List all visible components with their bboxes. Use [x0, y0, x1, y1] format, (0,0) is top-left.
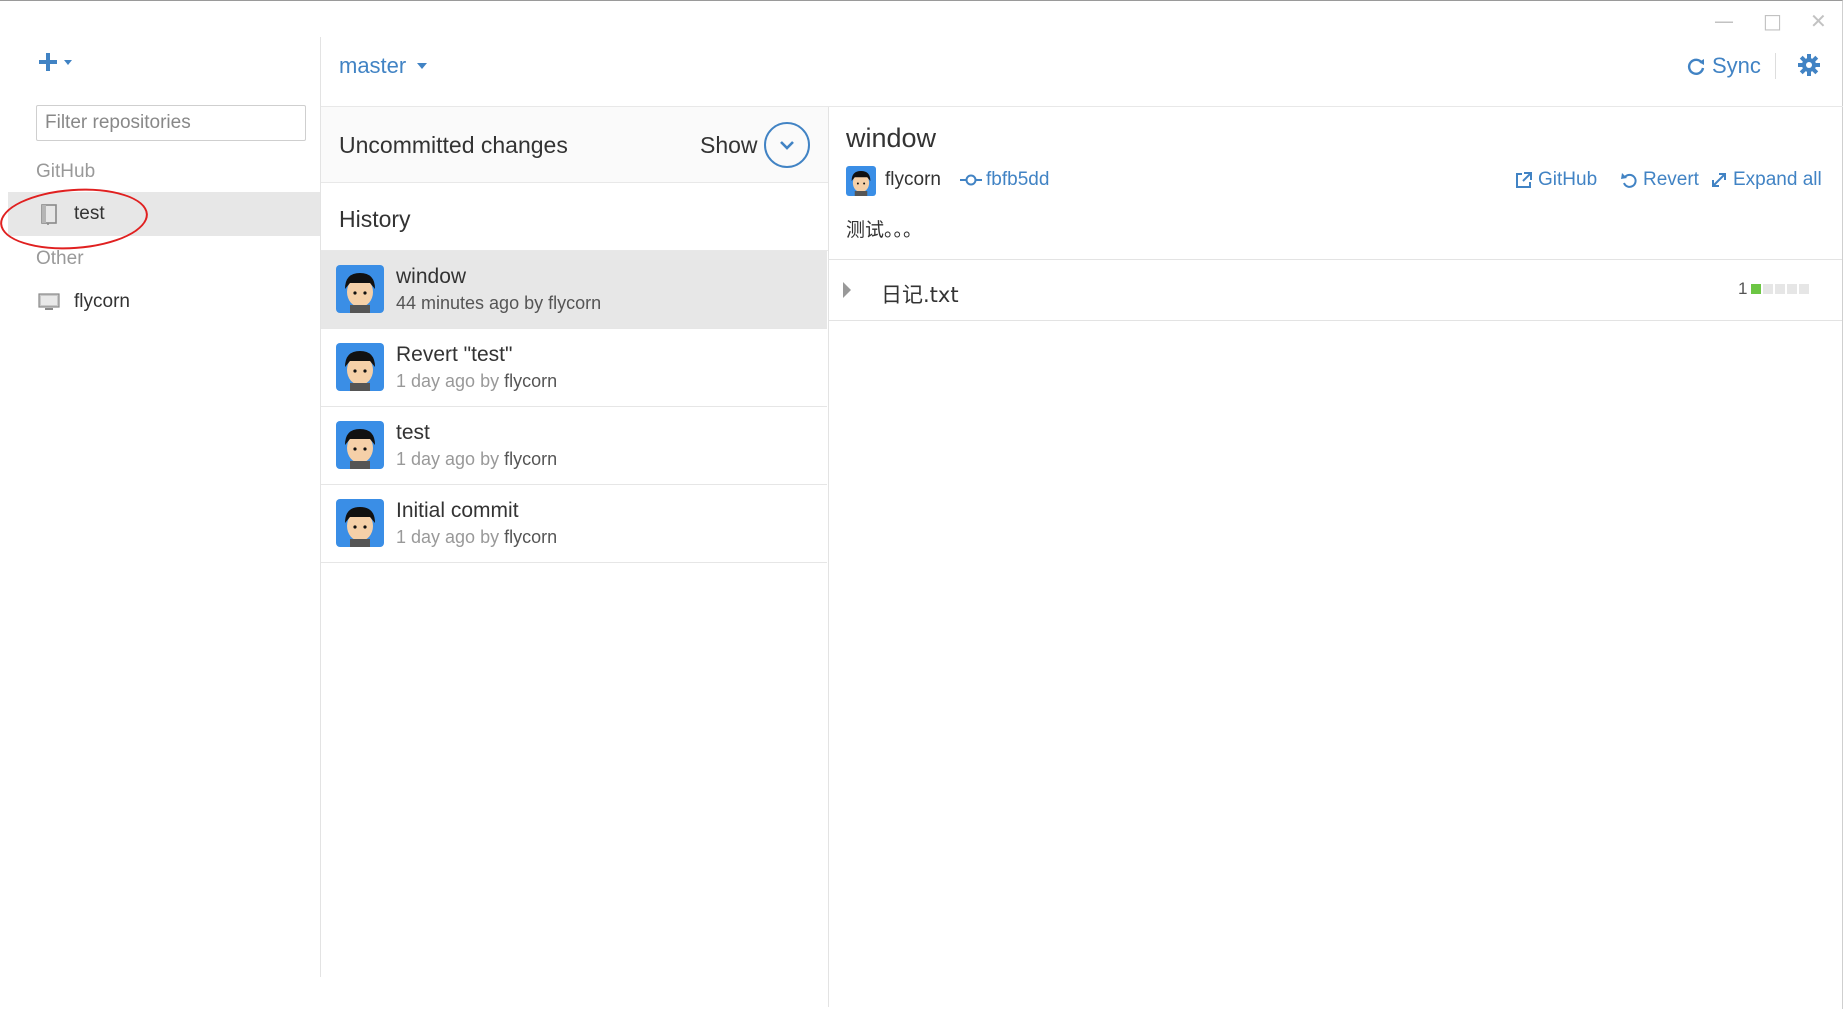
caret-down-icon: [417, 63, 428, 69]
sidebar-item-flycorn[interactable]: flycorn: [8, 280, 320, 324]
chevron-down-icon: [780, 141, 794, 150]
add-repository-button[interactable]: [36, 49, 78, 77]
branch-selector[interactable]: master: [339, 53, 428, 79]
gear-icon: [1798, 54, 1820, 76]
plus-icon: [39, 53, 72, 71]
app-window: — □ ✕ GitHub test Other: [0, 0, 1843, 1009]
commit-title: test: [396, 421, 430, 444]
minimize-button[interactable]: —: [1714, 11, 1734, 31]
commit-meta: 1 day ago by flycorn: [396, 371, 558, 391]
close-button[interactable]: ✕: [1810, 11, 1827, 31]
expand-icon: [1712, 173, 1726, 187]
book-icon: [38, 203, 60, 225]
uncommitted-changes-label: Uncommitted changes: [339, 132, 568, 158]
show-label[interactable]: Show: [700, 132, 758, 159]
avatar: [846, 166, 876, 196]
sidebar-item-label: flycorn: [74, 291, 130, 312]
commit-message: 测试。。。: [846, 219, 923, 241]
diffstat-neutral-block: [1787, 284, 1797, 294]
history-divider: [828, 107, 829, 1007]
avatar: [336, 499, 384, 547]
revert-button[interactable]: Revert: [1620, 169, 1699, 191]
group-label-github: GitHub: [36, 161, 96, 182]
commit-row[interactable]: Revert "test" 1 day ago by flycorn: [321, 329, 827, 407]
commit-row[interactable]: Initial commit 1 day ago by flycorn: [321, 485, 827, 563]
caret-down-icon: [64, 60, 72, 65]
avatar: [336, 421, 384, 469]
diffstat-neutral-block: [1775, 284, 1785, 294]
commit-detail-title: window: [846, 123, 937, 153]
toolbar-separator: [1775, 53, 1776, 79]
commit-title: Revert "test": [396, 343, 513, 366]
revert-label: Revert: [1643, 169, 1699, 190]
diffstat-added-block: [1751, 284, 1761, 294]
github-label: GitHub: [1538, 169, 1598, 190]
commit-meta: 1 day ago by flycorn: [396, 527, 558, 547]
sidebar-item-label: test: [74, 203, 105, 224]
avatar: [336, 343, 384, 391]
external-link-icon: [1516, 172, 1532, 188]
sync-button[interactable]: Sync: [1686, 53, 1761, 79]
sidebar-item-test[interactable]: test: [8, 192, 320, 236]
expand-triangle-icon[interactable]: [843, 282, 851, 298]
commit-meta: 44 minutes ago by flycorn: [396, 293, 602, 313]
commit-title: window: [396, 265, 467, 288]
sync-icon: [1687, 58, 1705, 75]
history-title: History: [339, 206, 411, 232]
sync-label: Sync: [1712, 53, 1761, 78]
maximize-button[interactable]: □: [1763, 11, 1782, 31]
commit-row[interactable]: window 44 minutes ago by flycorn: [321, 251, 827, 329]
expand-all-label: Expand all: [1733, 169, 1822, 190]
diffstat-neutral-block: [1763, 284, 1773, 294]
diffstat-bars: [1751, 284, 1809, 294]
uncommitted-divider: [321, 182, 828, 183]
commit-sha-link[interactable]: fbfb5dd: [960, 169, 1049, 191]
view-on-github-button[interactable]: GitHub: [1515, 169, 1597, 191]
computer-icon: [38, 291, 60, 313]
avatar: [336, 265, 384, 313]
branch-name: master: [339, 53, 407, 78]
file-row[interactable]: 日记.txt 1: [829, 259, 1842, 321]
commit-meta: 1 day ago by flycorn: [396, 449, 558, 469]
commit-row[interactable]: test 1 day ago by flycorn: [321, 407, 827, 485]
commit-author: flycorn: [885, 169, 941, 190]
commit-title: Initial commit: [396, 499, 519, 522]
diffstat-neutral-block: [1799, 284, 1809, 294]
filter-repositories-input[interactable]: [36, 105, 306, 141]
expand-all-button[interactable]: Expand all: [1710, 169, 1822, 191]
change-count: 1: [1738, 279, 1748, 298]
settings-button[interactable]: [1797, 53, 1821, 77]
show-changes-button[interactable]: [764, 122, 810, 168]
file-name: 日记.txt: [881, 283, 959, 307]
commit-icon: [960, 174, 982, 186]
commit-sha: fbfb5dd: [986, 169, 1050, 190]
group-label-other: Other: [36, 248, 84, 269]
revert-icon: [1621, 173, 1637, 188]
